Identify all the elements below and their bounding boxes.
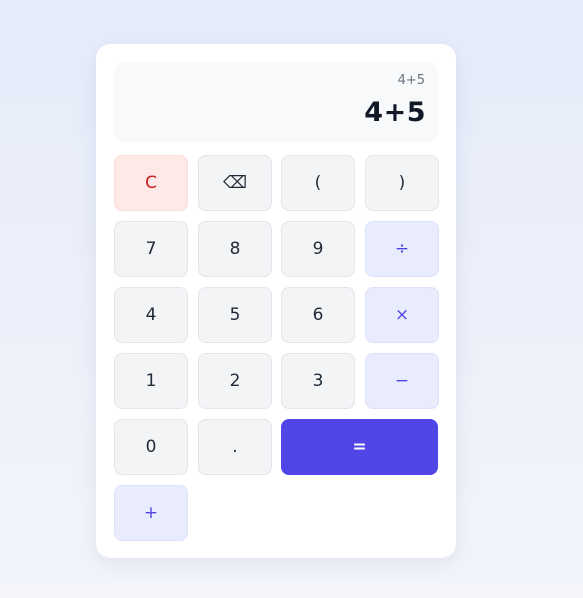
digit-2-button[interactable]: 2 (198, 353, 272, 409)
digit-1-button[interactable]: 1 (114, 353, 188, 409)
calculator-card: 4+5 4+5 C ⌫ ( ) 7 8 9 ÷ 4 5 6 × 1 2 3 − … (96, 44, 456, 558)
digit-5-button[interactable]: 5 (198, 287, 272, 343)
add-button[interactable]: + (114, 485, 188, 541)
backspace-button[interactable]: ⌫ (198, 155, 272, 211)
digit-9-button[interactable]: 9 (281, 221, 355, 277)
digit-3-button[interactable]: 3 (281, 353, 355, 409)
decimal-button[interactable]: . (198, 419, 272, 475)
digit-8-button[interactable]: 8 (198, 221, 272, 277)
result-value: 4+5 (364, 97, 426, 128)
expression-text: 4+5 (397, 73, 425, 88)
subtract-button[interactable]: − (365, 353, 439, 409)
divide-button[interactable]: ÷ (365, 221, 439, 277)
calculator-display: 4+5 4+5 (114, 62, 438, 142)
open-paren-button[interactable]: ( (281, 155, 355, 211)
equals-button[interactable]: = (281, 419, 438, 475)
digit-7-button[interactable]: 7 (114, 221, 188, 277)
clear-button[interactable]: C (114, 155, 188, 211)
multiply-button[interactable]: × (365, 287, 439, 343)
digit-0-button[interactable]: 0 (114, 419, 188, 475)
digit-6-button[interactable]: 6 (281, 287, 355, 343)
digit-4-button[interactable]: 4 (114, 287, 188, 343)
close-paren-button[interactable]: ) (365, 155, 439, 211)
